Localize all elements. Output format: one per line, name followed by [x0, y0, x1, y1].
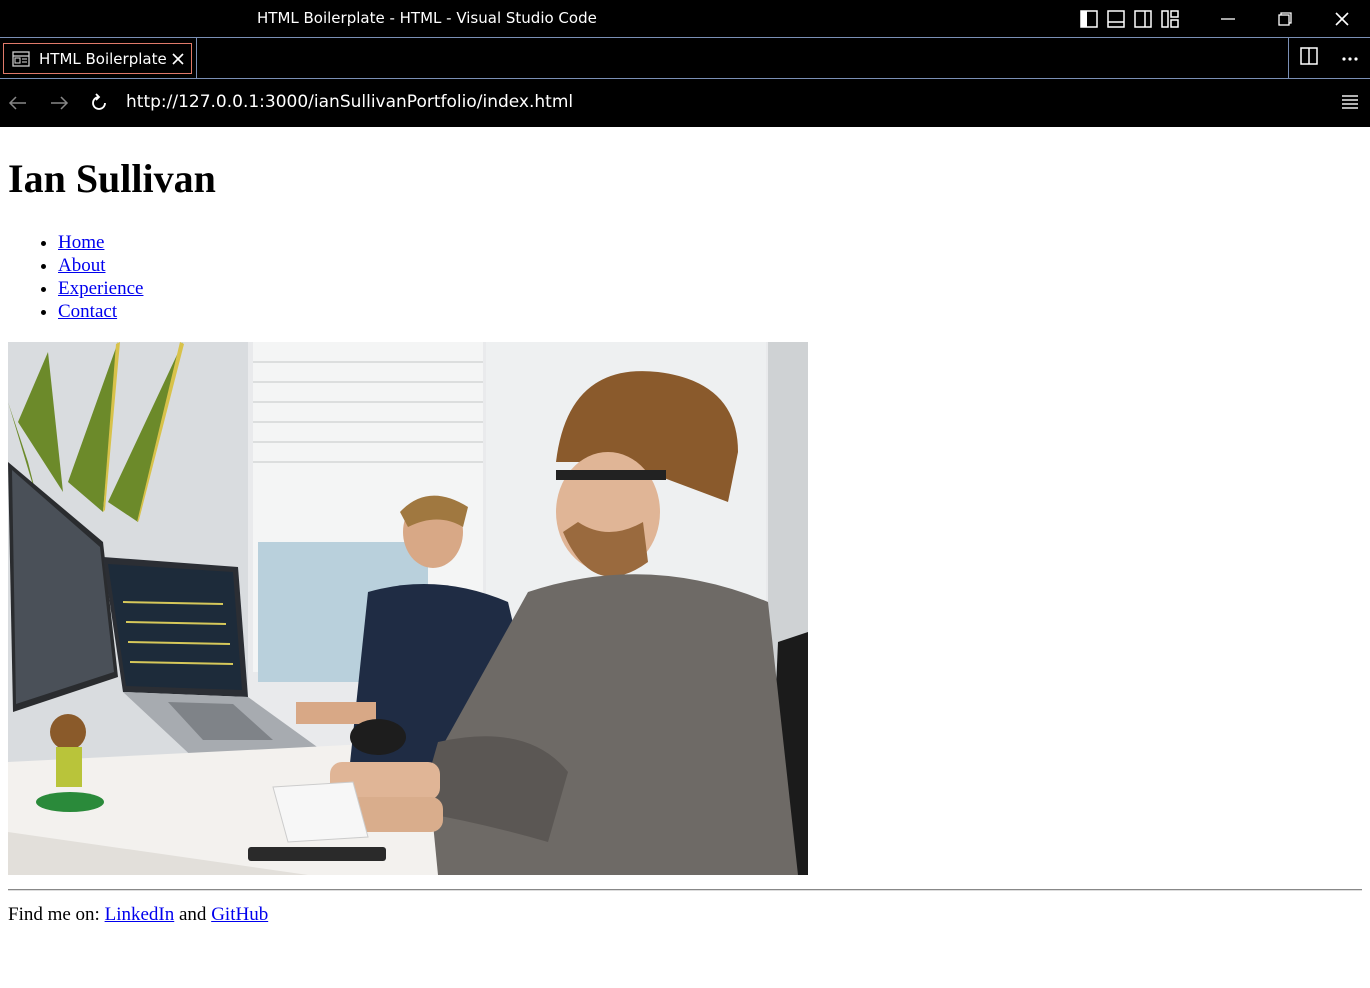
tab-label: HTML Boilerplate	[39, 49, 167, 68]
restore-icon[interactable]	[1256, 0, 1313, 37]
footer-and: and	[174, 904, 212, 925]
nav-item-about: About	[58, 254, 1362, 277]
title-bar: HTML Boilerplate - HTML - Visual Studio …	[0, 0, 1370, 37]
forward-arrow-icon[interactable]	[48, 92, 70, 114]
toggle-panel-icon[interactable]	[1107, 9, 1125, 28]
nav-item-contact: Contact	[58, 300, 1362, 323]
nav-list: Home About Experience Contact	[8, 231, 1362, 323]
minimize-icon[interactable]	[1199, 0, 1256, 37]
github-link[interactable]: GitHub	[211, 904, 268, 925]
split-editor-icon[interactable]	[1300, 46, 1318, 70]
close-window-icon[interactable]	[1313, 0, 1370, 37]
nav-link-home[interactable]: Home	[58, 232, 104, 253]
tab-html-boilerplate[interactable]: HTML Boilerplate	[3, 43, 192, 74]
toggle-primary-sidebar-icon[interactable]	[1080, 9, 1098, 28]
nav-link-contact[interactable]: Contact	[58, 301, 117, 322]
window-title: HTML Boilerplate - HTML - Visual Studio …	[257, 9, 597, 27]
title-bar-controls	[1080, 0, 1370, 37]
tab-bar: HTML Boilerplate	[0, 37, 1370, 79]
toggle-secondary-sidebar-icon[interactable]	[1134, 9, 1152, 28]
nav-item-experience: Experience	[58, 277, 1362, 300]
footer-prefix: Find me on:	[8, 904, 105, 925]
tab-divider	[196, 38, 197, 78]
customize-layout-icon[interactable]	[1161, 9, 1179, 28]
footer-divider	[8, 889, 1362, 891]
nav-item-home: Home	[58, 231, 1362, 254]
preview-icon	[12, 50, 30, 67]
url-field[interactable]: http://127.0.0.1:3000/ianSullivanPortfol…	[126, 92, 573, 112]
editor-actions	[1288, 38, 1370, 78]
footer: Find me on: LinkedIn and GitHub	[8, 904, 1362, 926]
browser-menu-icon[interactable]	[1341, 93, 1359, 116]
back-arrow-icon[interactable]	[7, 92, 29, 114]
page-content: Ian Sullivan Home About Experience Conta…	[8, 127, 1362, 926]
reload-icon[interactable]	[88, 92, 110, 114]
linkedin-link[interactable]: LinkedIn	[105, 904, 175, 925]
more-actions-icon[interactable]	[1341, 49, 1359, 67]
page-title: Ian Sullivan	[8, 156, 216, 201]
nav-link-about[interactable]: About	[58, 255, 106, 276]
close-tab-icon[interactable]	[171, 52, 185, 66]
nav-link-experience[interactable]: Experience	[58, 278, 143, 299]
browser-nav-bar: http://127.0.0.1:3000/ianSullivanPortfol…	[0, 79, 1370, 127]
office-photo	[8, 342, 808, 875]
